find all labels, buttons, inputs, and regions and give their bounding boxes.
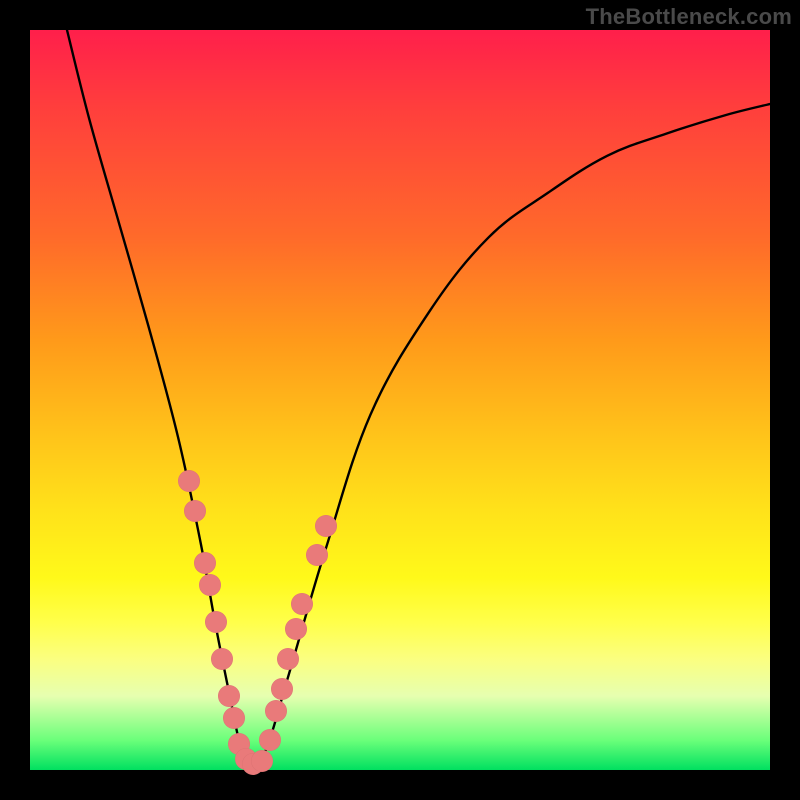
data-marker: [223, 707, 245, 729]
data-marker: [285, 618, 307, 640]
data-marker: [184, 500, 206, 522]
data-marker: [218, 685, 240, 707]
data-marker: [199, 574, 221, 596]
plot-area: [30, 30, 770, 770]
bottleneck-curve: [67, 30, 770, 770]
data-marker: [259, 729, 281, 751]
data-marker: [291, 593, 313, 615]
data-marker: [271, 678, 293, 700]
data-marker: [251, 750, 273, 772]
chart-frame: TheBottleneck.com: [0, 0, 800, 800]
data-marker: [315, 515, 337, 537]
watermark-text: TheBottleneck.com: [586, 4, 792, 30]
curve-svg: [30, 30, 770, 770]
